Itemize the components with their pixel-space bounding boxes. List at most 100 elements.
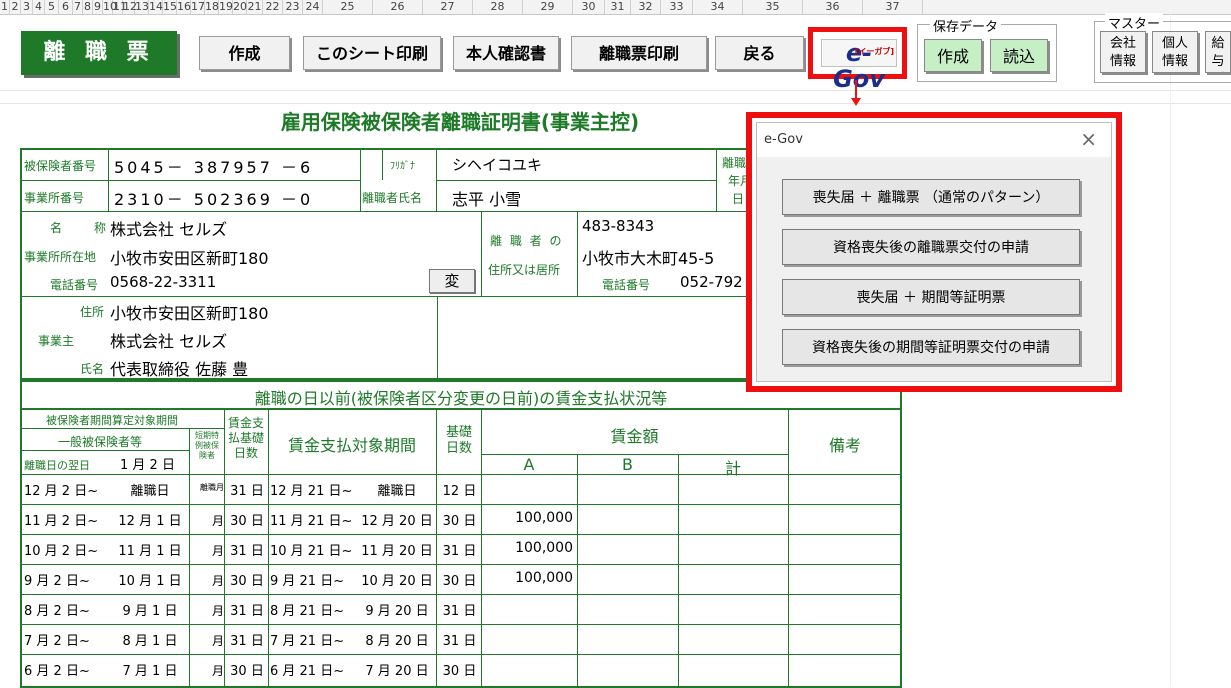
pay-period-end[interactable]: 12 月 20 日 <box>358 510 436 529</box>
pay-period-end[interactable]: 離職日 <box>358 480 436 499</box>
wage-a-value[interactable]: 100,000 <box>481 570 573 586</box>
office-tel-value[interactable]: 0568-22-3311 <box>110 273 216 291</box>
column-header[interactable]: 16 <box>177 0 191 14</box>
short-term-month[interactable]: 月 <box>190 662 224 679</box>
pay-period-end[interactable]: 11 月 20 日 <box>358 540 436 559</box>
short-term-month[interactable]: 月 <box>190 512 224 529</box>
column-header[interactable]: 20 <box>233 0 247 14</box>
egov-button[interactable]: e-Gov [イーガブ] <box>808 27 907 92</box>
pay-period-end[interactable]: 10 月 20 日 <box>358 570 436 589</box>
personal-info-button[interactable]: 個人 情報 <box>1152 31 1198 73</box>
base-days[interactable]: 30 日 <box>438 510 481 529</box>
close-icon[interactable]: × <box>1080 127 1097 151</box>
short-term-month[interactable]: 月 <box>190 542 224 559</box>
column-header[interactable]: 9 <box>93 0 103 14</box>
period-start[interactable]: 9 月 2 日~ <box>24 570 90 589</box>
base-days[interactable]: 30 日 <box>438 660 481 679</box>
pay-period-end[interactable]: 7 月 20 日 <box>358 660 436 679</box>
column-header[interactable]: 10 <box>103 0 117 14</box>
pay-period-start[interactable]: 8 月 21 日~ <box>270 600 344 619</box>
identity-document-button[interactable]: 本人確認書 <box>453 36 559 70</box>
salary-data-button[interactable]: 給与 データ <box>1205 31 1231 73</box>
employer-address-value[interactable]: 小牧市安田区新町180 <box>110 300 269 324</box>
column-header[interactable]: 36 <box>803 0 863 14</box>
column-header[interactable]: 3 <box>21 0 33 14</box>
column-header[interactable]: 2 <box>10 0 21 14</box>
column-header[interactable]: 23 <box>283 0 303 14</box>
column-header[interactable]: 37 <box>863 0 923 14</box>
column-header[interactable]: 26 <box>373 0 423 14</box>
pay-period-start[interactable]: 6 月 21 日~ <box>270 660 344 679</box>
pay-period-start[interactable]: 9 月 21 日~ <box>270 570 344 589</box>
column-header[interactable]: 6 <box>59 0 73 14</box>
period-end[interactable]: 8 月 1 日 <box>112 630 188 649</box>
column-header[interactable]: 33 <box>661 0 693 14</box>
period-start[interactable]: 7 月 2 日~ <box>24 630 90 649</box>
column-header[interactable]: 31 <box>605 0 631 14</box>
basis-days[interactable]: 31 日 <box>226 600 268 619</box>
period-end[interactable]: 12 月 1 日 <box>112 510 188 529</box>
column-header[interactable]: 7 <box>73 0 83 14</box>
back-button[interactable]: 戻る <box>715 36 804 70</box>
basis-days[interactable]: 31 日 <box>226 540 268 559</box>
leaver-name-value[interactable]: 志平 小雪 <box>452 186 521 210</box>
column-header[interactable]: 15 <box>163 0 177 14</box>
rishokuhyo-button[interactable]: 離 職 票 <box>21 31 177 75</box>
leaver-zip-value[interactable]: 483-8343 <box>582 217 654 235</box>
post-loss-separation-request-button[interactable]: 資格喪失後の離職票交付の申請 <box>782 229 1080 265</box>
base-days[interactable]: 31 日 <box>438 630 481 649</box>
wage-a-value[interactable]: 100,000 <box>481 510 573 526</box>
column-header[interactable]: 1 <box>0 0 10 14</box>
short-term-month[interactable]: 月 <box>190 572 224 589</box>
print-rishokuhyo-button[interactable]: 離職票印刷 <box>571 36 707 70</box>
short-term-month[interactable]: 離職月 <box>190 482 224 493</box>
period-end[interactable]: 11 月 1 日 <box>112 540 188 559</box>
column-header[interactable]: 30 <box>573 0 605 14</box>
column-header[interactable]: 25 <box>323 0 373 14</box>
leaver-tel-value[interactable]: 052-792 <box>680 273 743 291</box>
period-start[interactable]: 10 月 2 日~ <box>24 540 98 559</box>
column-header[interactable]: 21 <box>247 0 263 14</box>
column-header[interactable]: 14 <box>149 0 163 14</box>
basis-days[interactable]: 31 日 <box>226 480 268 499</box>
post-loss-period-certificate-request-button[interactable]: 資格喪失後の期間等証明票交付の申請 <box>782 329 1080 365</box>
column-header[interactable]: 34 <box>693 0 743 14</box>
pay-period-start[interactable]: 12 月 21 日~ <box>270 480 352 499</box>
office-number-value[interactable]: 2310－ 502369 －0 <box>114 186 313 210</box>
column-header[interactable]: 29 <box>523 0 573 14</box>
loss-plus-period-certificate-button[interactable]: 喪失届 ＋ 期間等証明票 <box>782 279 1080 315</box>
period-start[interactable]: 8 月 2 日~ <box>24 600 90 619</box>
leaver-address-value[interactable]: 小牧市大木町45-5 <box>582 245 714 269</box>
period-end[interactable]: 10 月 1 日 <box>112 570 188 589</box>
next-day-date[interactable]: 1 月 2 日 <box>120 454 175 473</box>
insured-number-value[interactable]: 5045－ 387957 －6 <box>114 154 313 178</box>
basis-days[interactable]: 30 日 <box>226 660 268 679</box>
company-name-value[interactable]: 株式会社 セルズ <box>110 216 227 240</box>
base-days[interactable]: 12 日 <box>438 480 481 499</box>
office-address-value[interactable]: 小牧市安田区新町180 <box>110 245 269 269</box>
period-start[interactable]: 12 月 2 日~ <box>24 480 98 499</box>
loss-plus-separation-button[interactable]: 喪失届 ＋ 離職票 （通常のパターン） <box>782 179 1080 215</box>
basis-days[interactable]: 30 日 <box>226 510 268 529</box>
base-days[interactable]: 31 日 <box>438 600 481 619</box>
column-header[interactable]: 22 <box>263 0 283 14</box>
column-header[interactable]: 24 <box>303 0 323 14</box>
column-header[interactable]: 13 <box>135 0 149 14</box>
pay-period-start[interactable]: 11 月 21 日~ <box>270 510 352 529</box>
change-button[interactable]: 変 <box>429 269 475 293</box>
column-header[interactable]: 4 <box>33 0 45 14</box>
period-start[interactable]: 6 月 2 日~ <box>24 660 90 679</box>
period-end[interactable]: 離職日 <box>112 480 188 499</box>
furigana-value[interactable]: シヘイコユキ <box>452 154 542 175</box>
wage-a-value[interactable]: 100,000 <box>481 540 573 556</box>
print-sheet-button[interactable]: このシート印刷 <box>303 36 441 70</box>
employer-name-value[interactable]: 代表取締役 佐藤 豊 <box>110 356 248 380</box>
column-header[interactable]: 12 <box>123 0 137 14</box>
period-end[interactable]: 7 月 1 日 <box>112 660 188 679</box>
column-header[interactable]: 17 <box>191 0 205 14</box>
pay-period-start[interactable]: 10 月 21 日~ <box>270 540 352 559</box>
short-term-month[interactable]: 月 <box>190 632 224 649</box>
column-header[interactable]: 19 <box>219 0 233 14</box>
column-header[interactable]: 28 <box>473 0 523 14</box>
column-header[interactable]: 11 <box>113 0 127 14</box>
